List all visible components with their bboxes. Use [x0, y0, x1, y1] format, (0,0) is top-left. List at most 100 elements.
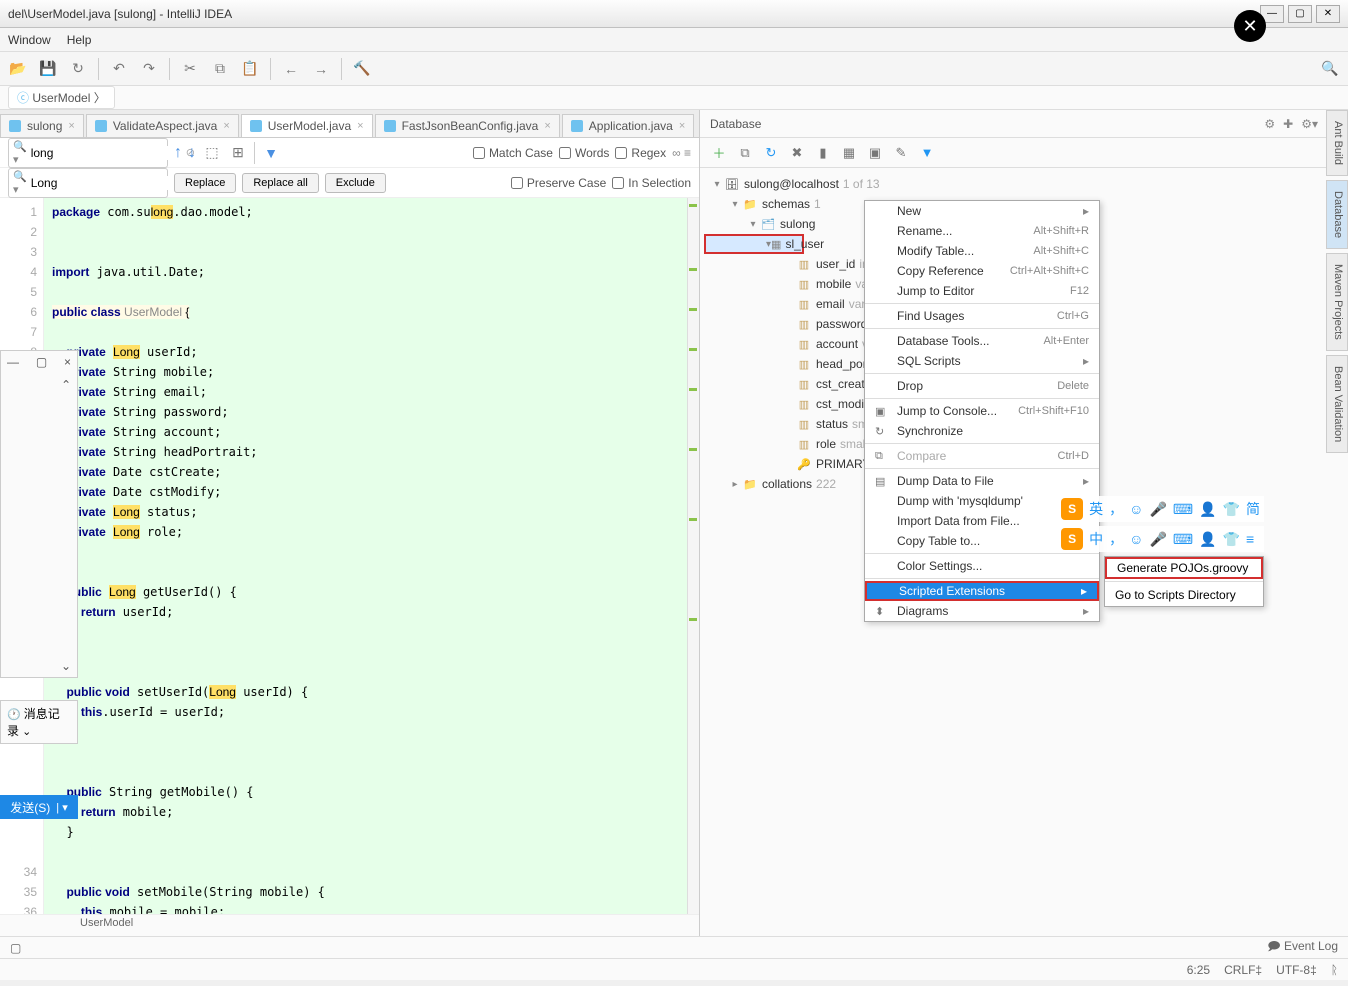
message-record-panel[interactable]: 🕐 消息记录 ⌄ — [0, 700, 78, 744]
sub-go-scripts-dir[interactable]: Go to Scripts Directory — [1105, 584, 1263, 606]
breadcrumb-item[interactable]: ⓒ UserModel 〉 — [8, 86, 115, 109]
replace-input[interactable] — [31, 176, 186, 190]
select-all-icon[interactable]: ⬚ — [202, 143, 222, 163]
table-icon[interactable]: ▦ — [840, 144, 858, 162]
next-match-icon[interactable]: ↓ — [188, 144, 196, 162]
add-icon[interactable]: ✚ — [1283, 117, 1293, 131]
ctx-find-usages[interactable]: Find UsagesCtrl+G — [865, 306, 1099, 326]
git-branch-icon[interactable]: ᚱ — [1331, 963, 1338, 977]
ime-keyboard-icon[interactable]: ⌨ — [1173, 531, 1193, 548]
ime-face-icon[interactable]: ☺ — [1129, 531, 1143, 547]
menu-help[interactable]: Help — [67, 33, 92, 47]
code-content[interactable]: package com.sulong.dao.model; import jav… — [44, 198, 699, 914]
forward-icon[interactable]: → — [311, 59, 331, 79]
exclude-button[interactable]: Exclude — [325, 173, 386, 193]
tab-fastjson-bean-config[interactable]: FastJsonBeanConfig.java× — [375, 114, 560, 137]
close-icon[interactable]: × — [357, 120, 363, 132]
ime-person-icon[interactable]: 👤 — [1199, 531, 1216, 548]
settings-icon[interactable]: ⚙ — [1264, 117, 1275, 131]
tab-sulong[interactable]: sulong× — [0, 114, 84, 137]
close-button[interactable]: ✕ — [1316, 5, 1340, 23]
ime-person-icon[interactable]: 👤 — [1199, 501, 1216, 518]
event-log-button[interactable]: 🗩 Event Log — [1267, 937, 1338, 958]
close-icon[interactable]: × — [223, 120, 229, 132]
close-icon[interactable]: × — [64, 355, 71, 369]
search-icon[interactable]: 🔍 — [1320, 59, 1340, 79]
find-input[interactable] — [31, 146, 186, 160]
refresh-icon[interactable]: ↻ — [762, 144, 780, 162]
ime-mic-icon[interactable]: 🎤 — [1149, 531, 1166, 548]
ime-face-icon[interactable]: ☺ — [1129, 501, 1143, 517]
ime-punct-icon[interactable]: ， — [1109, 499, 1123, 519]
console-icon[interactable]: ▣ — [866, 144, 884, 162]
ctx-dump-data[interactable]: ▤Dump Data to File▸ — [865, 471, 1099, 491]
words-checkbox[interactable] — [559, 147, 571, 159]
tab-database[interactable]: Database — [1326, 180, 1348, 249]
caret-position[interactable]: 6:25 — [1187, 963, 1210, 977]
ime-lang[interactable]: 英 — [1089, 499, 1103, 519]
tab-application[interactable]: Application.java× — [562, 114, 695, 137]
ime-lang[interactable]: 中 — [1089, 529, 1103, 549]
chevron-up-icon[interactable]: ⌄ — [61, 377, 71, 391]
ime-menu-icon[interactable]: ≡ — [1246, 531, 1254, 547]
ime-punct-icon[interactable]: ， — [1109, 529, 1123, 549]
maximize-icon[interactable]: ▢ — [36, 355, 47, 369]
sync-icon[interactable]: ↻ — [68, 59, 88, 79]
ime-logo-icon[interactable]: S — [1061, 528, 1083, 550]
ime-mic-icon[interactable]: 🎤 — [1149, 501, 1166, 518]
preserve-case-checkbox[interactable] — [511, 177, 523, 189]
add-datasource-icon[interactable]: ＋ — [710, 144, 728, 162]
tab-user-model[interactable]: UserModel.java× — [241, 114, 373, 137]
in-selection-checkbox[interactable] — [612, 177, 624, 189]
tab-bean-validation[interactable]: Bean Validation — [1326, 355, 1348, 453]
menu-window[interactable]: Window — [8, 33, 51, 47]
prev-match-icon[interactable]: ↑ — [174, 144, 182, 162]
redo-icon[interactable]: ↷ — [139, 59, 159, 79]
filter-icon[interactable]: ▼ — [918, 144, 936, 162]
ime-shirt-icon[interactable]: 👕 — [1223, 501, 1240, 518]
filter-icon[interactable]: ▼ — [261, 143, 281, 163]
close-icon[interactable]: × — [679, 120, 685, 132]
tree-table-sl-user[interactable]: ▾▦sl_user — [704, 234, 804, 254]
undo-icon[interactable]: ↶ — [109, 59, 129, 79]
chevron-down-icon[interactable]: ⌄ — [61, 659, 71, 673]
close-icon[interactable]: × — [68, 120, 74, 132]
ctx-jump-console[interactable]: ▣Jump to Console...Ctrl+Shift+F10 — [865, 401, 1099, 421]
sub-generate-pojos[interactable]: Generate POJOs.groovy — [1105, 557, 1263, 579]
add-selection-icon[interactable]: ⊞ — [228, 143, 248, 163]
tab-validate-aspect[interactable]: ValidateAspect.java× — [86, 114, 239, 137]
tab-ant-build[interactable]: Ant Build — [1326, 110, 1348, 176]
ctx-database-tools[interactable]: Database Tools...Alt+Enter — [865, 331, 1099, 351]
ctx-diagrams[interactable]: ⬍Diagrams▸ — [865, 601, 1099, 621]
ctx-copy-reference[interactable]: Copy ReferenceCtrl+Alt+Shift+C — [865, 261, 1099, 281]
gear-icon[interactable]: ⚙▾ — [1301, 117, 1318, 131]
ctx-color-settings[interactable]: Color Settings... — [865, 556, 1099, 576]
ctx-scripted-extensions[interactable]: Scripted Extensions▸ — [865, 581, 1099, 601]
ctx-modify-table[interactable]: Modify Table...Alt+Shift+C — [865, 241, 1099, 261]
regex-checkbox[interactable] — [615, 147, 627, 159]
overlay-close-icon[interactable]: ✕ — [1234, 10, 1266, 42]
ime-shirt-icon[interactable]: 👕 — [1223, 531, 1240, 548]
ime-simp-icon[interactable]: 简 — [1246, 499, 1260, 519]
duplicate-icon[interactable]: ⧉ — [736, 144, 754, 162]
back-icon[interactable]: ← — [281, 59, 301, 79]
ime-logo-icon[interactable]: S — [1061, 498, 1083, 520]
open-icon[interactable]: 📂 — [8, 59, 28, 79]
paste-icon[interactable]: 📋 — [240, 59, 260, 79]
marker-bar[interactable] — [687, 198, 699, 914]
copy-icon[interactable]: ⧉ — [210, 59, 230, 79]
replace-all-button[interactable]: Replace all — [242, 173, 318, 193]
ime-keyboard-icon[interactable]: ⌨ — [1173, 501, 1193, 518]
file-encoding[interactable]: UTF-8‡ — [1276, 963, 1317, 977]
replace-button[interactable]: Replace — [174, 173, 236, 193]
tree-datasource[interactable]: ▾🗄sulong@localhost1 of 13 — [704, 174, 1344, 194]
close-icon[interactable]: × — [544, 120, 550, 132]
commit-icon[interactable]: ▮ — [814, 144, 832, 162]
ctx-sql-scripts[interactable]: SQL Scripts▸ — [865, 351, 1099, 371]
ctx-new[interactable]: New▸ — [865, 201, 1099, 221]
ctx-rename[interactable]: Rename...Alt+Shift+R — [865, 221, 1099, 241]
match-case-checkbox[interactable] — [473, 147, 485, 159]
maximize-button[interactable]: ▢ — [1288, 5, 1312, 23]
save-icon[interactable]: 💾 — [38, 59, 58, 79]
ctx-drop[interactable]: DropDelete — [865, 376, 1099, 396]
